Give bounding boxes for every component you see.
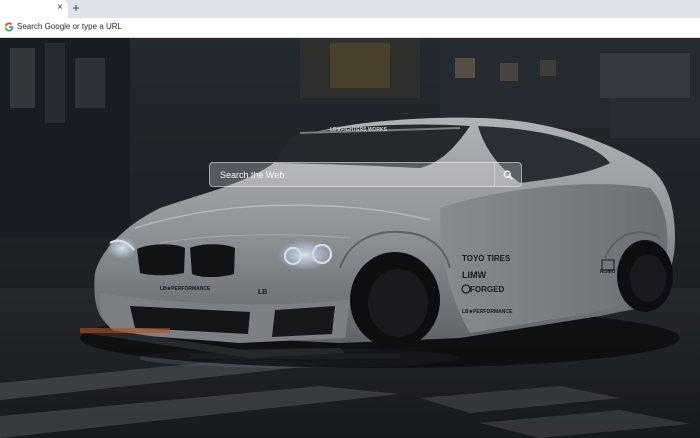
- browser-window: × + Search Google or type a URL TOYO TIR…: [0, 0, 700, 438]
- search-input[interactable]: [210, 163, 490, 186]
- new-tab-button[interactable]: +: [71, 1, 81, 15]
- tab-strip: × +: [0, 0, 700, 18]
- tab-new-tab[interactable]: ×: [0, 0, 68, 18]
- search-button[interactable]: [494, 163, 521, 186]
- tab-close-icon[interactable]: ×: [55, 2, 65, 14]
- new-tab-page: TOYO TIRES LIMW FORGED LB LB★PERFORMANCE…: [0, 38, 700, 438]
- car-wallpaper: TOYO TIRES LIMW FORGED LB LB★PERFORMANCE…: [0, 38, 700, 438]
- search-icon: [503, 170, 513, 180]
- google-g-icon: [4, 22, 14, 32]
- omnibox-placeholder[interactable]: Search Google or type a URL: [17, 21, 122, 33]
- web-search-bar[interactable]: [209, 162, 522, 187]
- address-bar[interactable]: Search Google or type a URL: [0, 18, 700, 38]
